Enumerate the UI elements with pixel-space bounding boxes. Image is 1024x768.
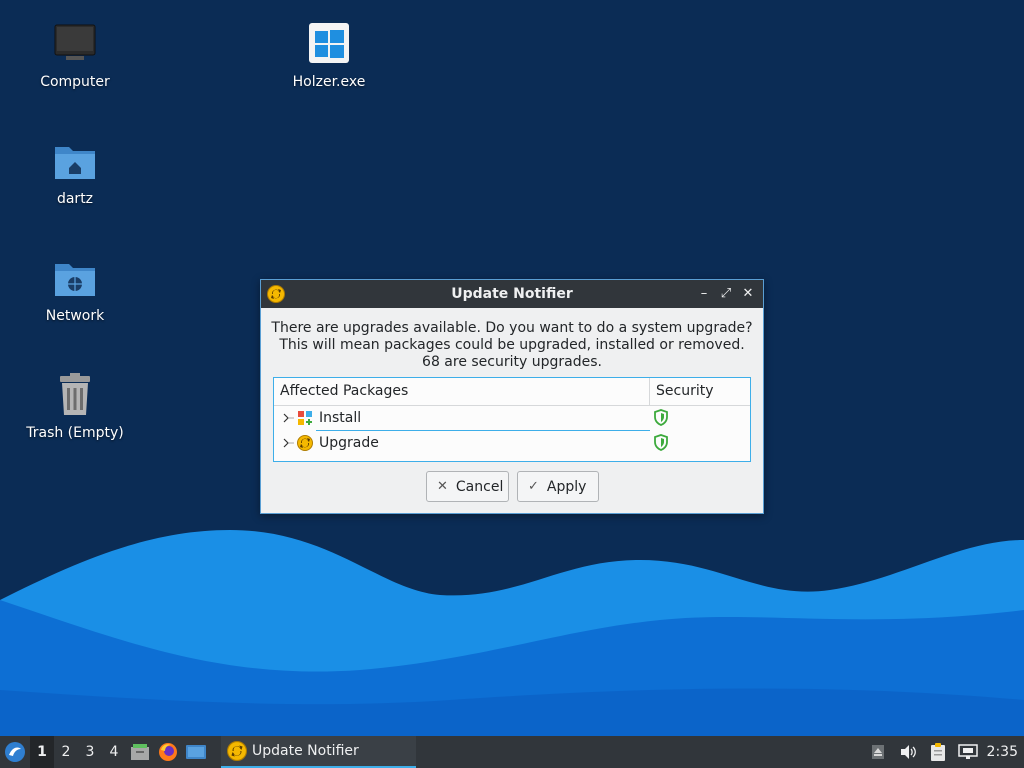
desktop-icon-network[interactable]: Network: [20, 256, 130, 324]
tree-row-upgrade[interactable]: Upgrade: [274, 431, 750, 456]
desktop-icon: [186, 745, 206, 759]
desktop-icon-label: Computer: [40, 74, 110, 90]
file-manager-launcher[interactable]: [126, 736, 154, 768]
security-shield-icon: [654, 409, 668, 426]
volume-tray-button[interactable]: [893, 736, 923, 768]
dialog-titlebar[interactable]: Update Notifier – ⤢ ✕: [261, 280, 763, 308]
desktop-icon-holzer[interactable]: Holzer.exe: [274, 22, 384, 90]
desktop-icon-computer[interactable]: Computer: [20, 22, 130, 90]
chevron-right-icon[interactable]: [280, 436, 294, 450]
desktop-icon-label: dartz: [56, 191, 94, 207]
workspace-2[interactable]: 2: [54, 736, 78, 768]
lubuntu-logo-icon: [5, 742, 25, 762]
update-notifier-icon: [267, 285, 285, 303]
speaker-icon: [900, 745, 916, 759]
minimize-button[interactable]: –: [695, 284, 713, 304]
firefox-launcher[interactable]: [154, 736, 182, 768]
message-line: 68 are security upgrades.: [422, 354, 602, 370]
message-line: There are upgrades available. Do you wan…: [271, 320, 753, 336]
package-install-icon: [298, 411, 312, 425]
apply-button-label: Apply: [546, 478, 587, 495]
windows-executable-icon: [306, 22, 352, 68]
wired-network-icon: [957, 744, 978, 759]
eject-tray-button[interactable]: [863, 736, 893, 768]
close-button[interactable]: ✕: [739, 284, 757, 304]
cancel-button-label: Cancel: [455, 478, 504, 495]
start-menu-button[interactable]: [0, 736, 30, 768]
apply-button[interactable]: ✓ Apply: [517, 471, 599, 502]
upgrade-icon: [297, 435, 313, 451]
cancel-button[interactable]: ✕ Cancel: [426, 471, 509, 502]
affected-packages-tree[interactable]: Affected Packages Security Install Upgra…: [273, 377, 751, 462]
network-folder-icon: [52, 256, 98, 302]
chevron-right-icon[interactable]: [280, 411, 294, 425]
clipboard-tray-button[interactable]: [923, 736, 953, 768]
dialog-message: There are upgrades available. Do you wan…: [261, 308, 763, 371]
dialog-title: Update Notifier: [451, 286, 573, 302]
security-shield-icon: [654, 434, 668, 451]
update-notifier-dialog: Update Notifier – ⤢ ✕ There are upgrades…: [260, 279, 764, 514]
workspace-4[interactable]: 4: [102, 736, 126, 768]
taskbar-task-update-notifier[interactable]: Update Notifier: [221, 736, 416, 768]
cancel-icon: ✕: [437, 479, 448, 494]
column-header-packages[interactable]: Affected Packages: [274, 378, 650, 405]
task-label: Update Notifier: [252, 743, 359, 759]
checkmark-icon: ✓: [528, 479, 539, 494]
system-tray: 2:35: [863, 736, 1024, 768]
tree-header: Affected Packages Security: [274, 378, 750, 406]
clipboard-icon: [930, 743, 945, 761]
maximize-button[interactable]: ⤢: [717, 284, 735, 304]
monitor-icon: [52, 22, 98, 68]
desktop-icon-trash[interactable]: Trash (Empty): [20, 373, 130, 441]
trash-icon: [52, 373, 98, 419]
workspace-1[interactable]: 1: [30, 736, 54, 768]
home-folder-icon: [52, 139, 98, 185]
firefox-icon: [159, 743, 177, 761]
desktop-icon-label: Network: [45, 308, 105, 324]
eject-icon: [871, 745, 884, 759]
desktop-icon-dartz[interactable]: dartz: [20, 139, 130, 207]
workspace-3[interactable]: 3: [78, 736, 102, 768]
update-notifier-icon: [227, 741, 247, 761]
tree-row-install[interactable]: Install: [274, 406, 750, 431]
network-tray-button[interactable]: [953, 736, 983, 768]
tree-row-label: Install: [319, 410, 362, 426]
desktop-icon-label: Holzer.exe: [292, 74, 366, 90]
taskbar: 1 2 3 4 Update Notifier 2:35: [0, 736, 1024, 768]
tree-row-label: Upgrade: [319, 435, 379, 451]
show-desktop-button[interactable]: [182, 736, 210, 768]
message-line: This will mean packages could be upgrade…: [279, 337, 745, 353]
column-header-security[interactable]: Security: [650, 378, 750, 405]
desktop-icon-label: Trash (Empty): [26, 425, 124, 441]
dialog-button-row: ✕ Cancel ✓ Apply: [426, 471, 599, 502]
clock[interactable]: 2:35: [983, 744, 1024, 760]
file-manager-icon: [131, 744, 149, 760]
